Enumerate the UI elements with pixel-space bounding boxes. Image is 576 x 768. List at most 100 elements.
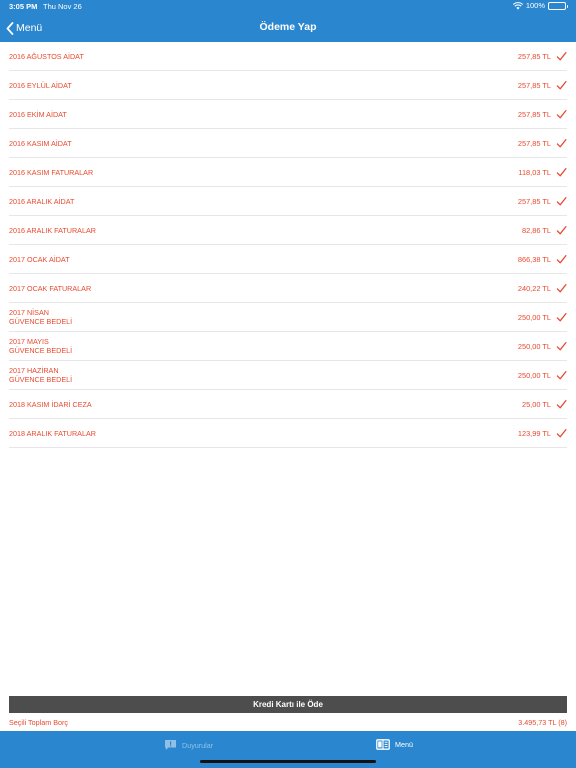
- payment-item-name: 2017 HAZİRAN GÜVENCE BEDELİ: [9, 366, 72, 384]
- payment-item-name-line: 2016 ARALIK FATURALAR: [9, 225, 96, 235]
- payment-item-name-line: 2018 KASIM İDARİ CEZA: [9, 399, 92, 409]
- checkmark-icon: [556, 312, 567, 321]
- checkmark-icon: [556, 138, 567, 147]
- payment-item[interactable]: 2016 EYLÜL AİDAT 257,85 TL: [9, 71, 567, 100]
- payment-item-name-line-2: GÜVENCE BEDELİ: [9, 346, 73, 355]
- payment-item-name-line: 2016 KASIM AİDAT: [9, 138, 72, 148]
- back-label: Menü: [16, 22, 43, 34]
- payment-item-name-line: 2017 HAZİRAN: [9, 366, 59, 375]
- payment-item-name-line-2: GÜVENCE BEDELİ: [9, 317, 73, 326]
- payment-item-amount: 257,85 TL: [517, 51, 551, 61]
- payment-item-name: 2017 NİSAN GÜVENCE BEDELİ: [9, 308, 72, 326]
- status-indicators: 100%: [512, 1, 568, 10]
- payment-item[interactable]: 2016 ARALIK FATURALAR 82,86 TL: [9, 216, 567, 245]
- tab-menu[interactable]: Menü: [376, 739, 413, 750]
- payment-item-right: 257,85 TL: [518, 80, 567, 91]
- checkmark-icon: [556, 370, 567, 379]
- tab-duyurular[interactable]: Duyurular: [164, 739, 213, 751]
- checkmark-icon: [556, 283, 567, 292]
- back-button[interactable]: Menü: [6, 20, 42, 36]
- payment-item-right: 866,38 TL: [518, 254, 567, 265]
- checkmark-icon: [556, 51, 567, 60]
- status-date: Thu Nov 26: [43, 2, 82, 11]
- payment-item-name-line: 2016 EKİM AİDAT: [9, 109, 67, 119]
- chevron-left-icon: [6, 21, 14, 35]
- payment-item-right: 257,85 TL: [518, 51, 567, 62]
- payment-item-right: 123,99 TL: [518, 428, 567, 439]
- payment-item-amount: 82,86 TL: [521, 225, 551, 235]
- payment-item-name-line: 2016 EYLÜL AİDAT: [9, 80, 72, 90]
- payment-item-amount: 240,22 TL: [517, 283, 551, 293]
- payment-item-name: 2016 KASIM FATURALAR: [9, 168, 93, 177]
- tab-duyurular-label: Duyurular: [182, 740, 214, 750]
- payment-item[interactable]: 2016 KASIM FATURALAR 118,03 TL: [9, 158, 567, 187]
- payment-item-name-line: 2017 MAYIS: [9, 337, 49, 346]
- payment-list: 2016 AĞUSTOS AİDAT 257,85 TL 2016 EYLÜL …: [9, 42, 567, 448]
- payment-item-name: 2017 OCAK FATURALAR: [9, 284, 91, 293]
- battery-icon: [548, 1, 568, 10]
- payment-item-name: 2016 ARALIK AİDAT: [9, 197, 74, 206]
- checkmark-icon: [556, 225, 567, 234]
- payment-item-right: 257,85 TL: [518, 109, 567, 120]
- tab-menu-label: Menü: [395, 740, 413, 749]
- checkmark-icon: [556, 254, 567, 263]
- payment-item-right: 257,85 TL: [518, 138, 567, 149]
- payment-item[interactable]: 2017 OCAK AİDAT 866,38 TL: [9, 245, 567, 274]
- payment-item-name: 2016 ARALIK FATURALAR: [9, 226, 96, 235]
- menu-book-icon: [376, 739, 390, 750]
- payment-item[interactable]: 2017 MAYIS GÜVENCE BEDELİ 250,00 TL: [9, 332, 567, 361]
- checkmark-icon: [556, 428, 567, 437]
- checkmark-icon: [556, 109, 567, 118]
- payment-item[interactable]: 2018 ARALIK FATURALAR 123,99 TL: [9, 419, 567, 448]
- announcement-icon: [165, 740, 176, 750]
- page-title: Ödeme Yap: [259, 21, 317, 33]
- checkmark-icon: [556, 196, 567, 205]
- checkmark-icon: [556, 399, 567, 408]
- checkmark-icon: [556, 341, 567, 350]
- payment-item-name: 2017 OCAK AİDAT: [9, 255, 70, 264]
- checkmark-icon: [556, 167, 567, 176]
- payment-item-amount: 250,00 TL: [517, 312, 551, 322]
- payment-item[interactable]: 2017 HAZİRAN GÜVENCE BEDELİ 250,00 TL: [9, 361, 567, 390]
- payment-item-right: 257,85 TL: [518, 196, 567, 207]
- payment-item-name: 2017 MAYIS GÜVENCE BEDELİ: [9, 337, 72, 355]
- status-time: 3:05 PM: [9, 2, 38, 11]
- payment-item-name: 2016 KASIM AİDAT: [9, 139, 72, 148]
- pay-with-credit-card-button[interactable]: Kredi Kartı ile Öde: [9, 696, 567, 713]
- home-indicator: [200, 760, 376, 763]
- selected-total-row: Seçili Toplam Borç 3.495,73 TL (8): [9, 716, 567, 728]
- payment-item-right: 82,86 TL: [522, 225, 567, 236]
- navigation-bar: 3:05 PM Thu Nov 26 100% Menü Ödeme Yap: [0, 0, 576, 42]
- payment-item-name-line: 2017 OCAK FATURALAR: [9, 283, 92, 293]
- payment-item-name-line: 2017 NİSAN: [9, 308, 49, 317]
- payment-item-name-line: 2017 OCAK AİDAT: [9, 254, 70, 264]
- payment-item-right: 250,00 TL: [518, 370, 567, 381]
- total-label: Seçili Toplam Borç: [9, 717, 68, 727]
- payment-item-name-line: 2016 AĞUSTOS AİDAT: [9, 51, 84, 61]
- tab-bar: Duyurular Menü: [0, 731, 576, 768]
- payment-item-right: 25,00 TL: [522, 399, 567, 410]
- payment-item-amount: 118,03 TL: [518, 167, 551, 177]
- payment-item-name-line: 2016 ARALIK AİDAT: [9, 196, 75, 206]
- payment-item[interactable]: 2016 AĞUSTOS AİDAT 257,85 TL: [9, 42, 567, 71]
- checkmark-icon: [556, 80, 567, 89]
- payment-item-amount: 257,85 TL: [517, 109, 551, 119]
- payment-item-right: 118,03 TL: [518, 167, 567, 178]
- payment-item[interactable]: 2016 ARALIK AİDAT 257,85 TL: [9, 187, 567, 216]
- payment-item[interactable]: 2018 KASIM İDARİ CEZA 25,00 TL: [9, 390, 567, 419]
- payment-item-name: 2018 ARALIK FATURALAR: [9, 429, 96, 438]
- payment-item-name: 2016 EKİM AİDAT: [9, 110, 67, 119]
- payment-item-right: 250,00 TL: [518, 341, 567, 352]
- payment-item[interactable]: 2016 KASIM AİDAT 257,85 TL: [9, 129, 567, 158]
- payment-item-amount: 257,85 TL: [517, 80, 551, 90]
- payment-item-name-line: 2018 ARALIK FATURALAR: [9, 428, 96, 438]
- payment-item-name: 2018 KASIM İDARİ CEZA: [9, 400, 92, 409]
- payment-item[interactable]: 2016 EKİM AİDAT 257,85 TL: [9, 100, 567, 129]
- payment-item-name: 2016 EYLÜL AİDAT: [9, 81, 72, 90]
- battery-percent: 100%: [525, 1, 545, 10]
- payment-item[interactable]: 2017 NİSAN GÜVENCE BEDELİ 250,00 TL: [9, 303, 567, 332]
- payment-item[interactable]: 2017 OCAK FATURALAR 240,22 TL: [9, 274, 567, 303]
- payment-item-amount: 866,38 TL: [517, 254, 551, 264]
- payment-item-right: 250,00 TL: [518, 312, 567, 323]
- payment-item-name-line-2: GÜVENCE BEDELİ: [9, 375, 73, 384]
